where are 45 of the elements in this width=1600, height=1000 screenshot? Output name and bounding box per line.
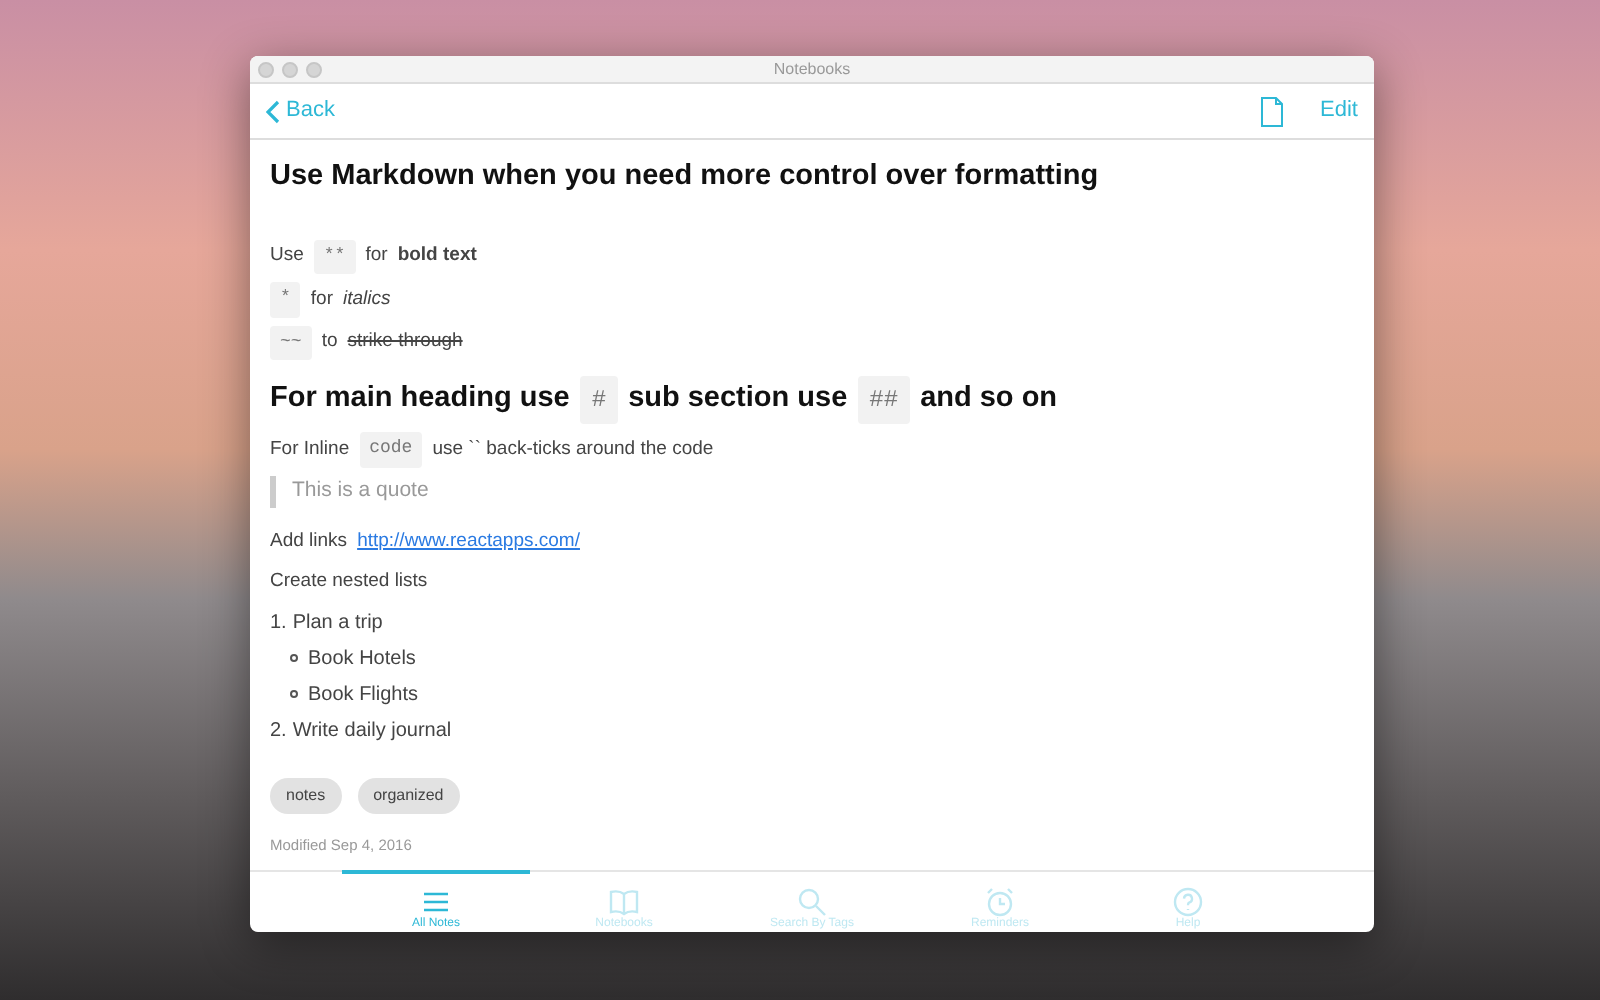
bullet-icon — [290, 690, 298, 698]
tag-chip[interactable]: organized — [357, 777, 460, 813]
close-button[interactable] — [258, 61, 274, 77]
book-icon — [608, 886, 640, 918]
list-number: 2. — [270, 717, 287, 745]
alarm-clock-icon — [984, 886, 1016, 918]
body-text: Add links — [270, 528, 348, 557]
italic-text: italics — [343, 285, 391, 314]
chevron-left-icon — [266, 99, 280, 123]
inline-code: * — [270, 282, 301, 318]
inline-code: ** — [313, 239, 356, 275]
zoom-button[interactable] — [306, 61, 322, 77]
back-button[interactable]: Back — [262, 94, 339, 128]
heading-text: and so on — [920, 380, 1058, 419]
list-item-text: Book Hotels — [308, 645, 416, 673]
body-text: For Inline — [270, 435, 350, 464]
body-text: to — [321, 328, 338, 357]
inline-code: ~~ — [270, 325, 312, 361]
link[interactable]: http://www.reactapps.com/ — [357, 528, 580, 558]
body-text: Use — [270, 242, 304, 271]
window-title: Notebooks — [773, 57, 851, 81]
tag-chip[interactable]: notes — [270, 777, 342, 813]
heading-text: sub section use — [628, 380, 848, 419]
strikethrough-text: strike through — [347, 328, 463, 357]
list-item-text: Plan a trip — [292, 609, 383, 637]
list-item-text: Write daily journal — [292, 717, 452, 745]
body-text: for — [310, 285, 333, 314]
body-text: Create nested lists — [270, 568, 428, 597]
minimize-button[interactable] — [282, 61, 298, 77]
body-text: use `` back-ticks around the code — [432, 435, 714, 464]
edit-button[interactable]: Edit — [1316, 94, 1362, 128]
help-icon — [1172, 886, 1204, 918]
heading-text: For main heading use — [270, 380, 570, 419]
list-item-text: Book Flights — [308, 681, 419, 709]
body-text: for — [365, 242, 388, 271]
document-icon[interactable] — [1260, 95, 1285, 127]
inline-code: # — [579, 376, 619, 425]
list-number: 1. — [270, 609, 287, 637]
search-icon — [796, 886, 828, 918]
bullet-icon — [290, 654, 298, 662]
block-quote: This is a quote — [270, 475, 1354, 507]
bold-text: bold text — [397, 242, 477, 271]
note-title: Use Markdown when you need more control over formatting — [270, 158, 1101, 196]
inline-code: ## — [857, 376, 911, 425]
inline-code: code — [359, 432, 423, 468]
